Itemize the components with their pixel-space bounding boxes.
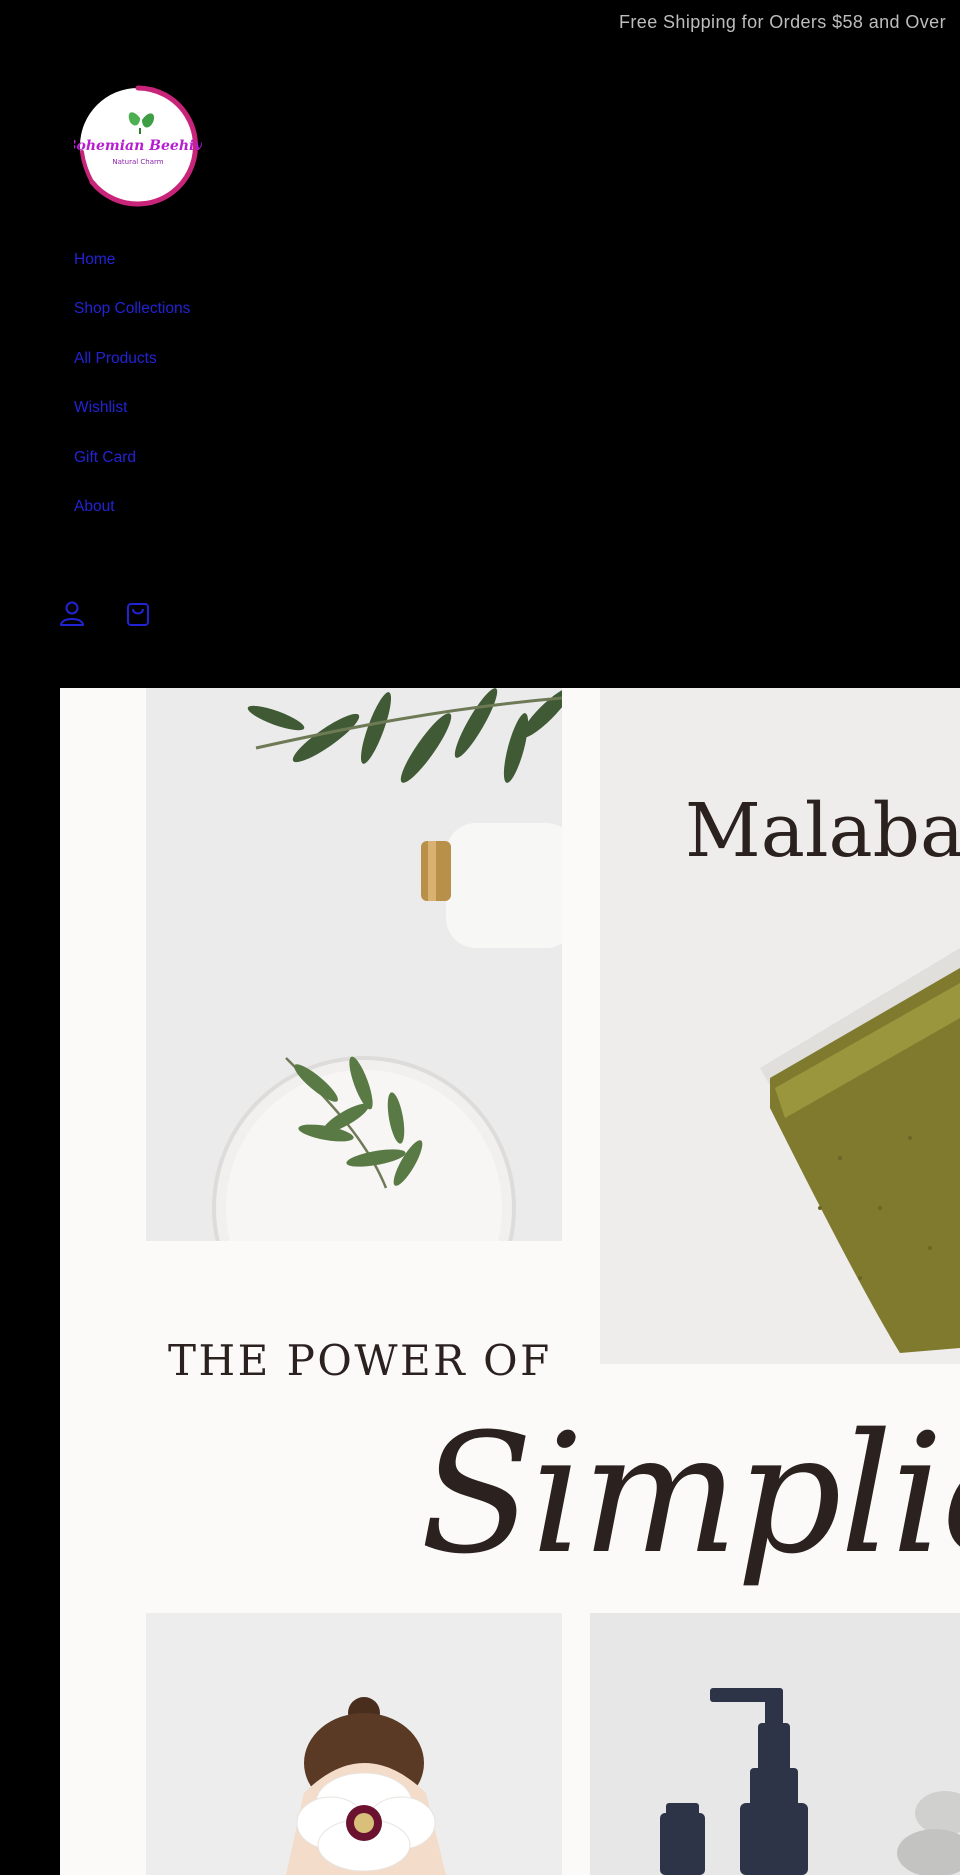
nav-item-about[interactable]: About bbox=[74, 497, 115, 517]
hero-product-name: Malabar bbox=[685, 788, 960, 874]
nav-item-wishlist[interactable]: Wishlist bbox=[74, 398, 127, 418]
hero-script-heading: Simplicity bbox=[420, 1398, 960, 1590]
logo-tagline: Natural Charm bbox=[112, 158, 163, 166]
logo-name: Bohemian Beehive bbox=[74, 138, 202, 154]
announcement-bar: Free Shipping for Orders $58 and Over bbox=[0, 0, 960, 48]
hero-title: THE POWER OF bbox=[168, 1336, 552, 1385]
nav-item-home[interactable]: Home bbox=[74, 250, 115, 270]
cart-button[interactable] bbox=[124, 598, 154, 632]
nav-item-shop-collections[interactable]: Shop Collections bbox=[74, 299, 190, 319]
store-logo[interactable]: Bohemian Beehive Natural Charm bbox=[64, 82, 211, 210]
hero-photo-olive-plate bbox=[146, 688, 562, 1241]
hero-photo-bottles bbox=[590, 1613, 960, 1875]
nav-item-all-products[interactable]: All Products bbox=[74, 349, 157, 369]
account-icon bbox=[60, 601, 84, 626]
hero-photo-soap: Malabar bbox=[600, 688, 960, 1364]
cart-icon bbox=[127, 603, 149, 626]
logo-emblem: Bohemian Beehive Natural Charm bbox=[64, 85, 211, 207]
account-button[interactable] bbox=[58, 598, 88, 632]
main-navigation: Home Shop Collections All Products Wishl… bbox=[74, 250, 190, 546]
hero-banner: Malabar THE POWER OF Simplicity bbox=[60, 688, 960, 1875]
announcement-text: Free Shipping for Orders $58 and Over bbox=[619, 12, 946, 32]
nav-item-gift-card[interactable]: Gift Card bbox=[74, 448, 136, 468]
hero-photo-flower bbox=[146, 1613, 562, 1875]
